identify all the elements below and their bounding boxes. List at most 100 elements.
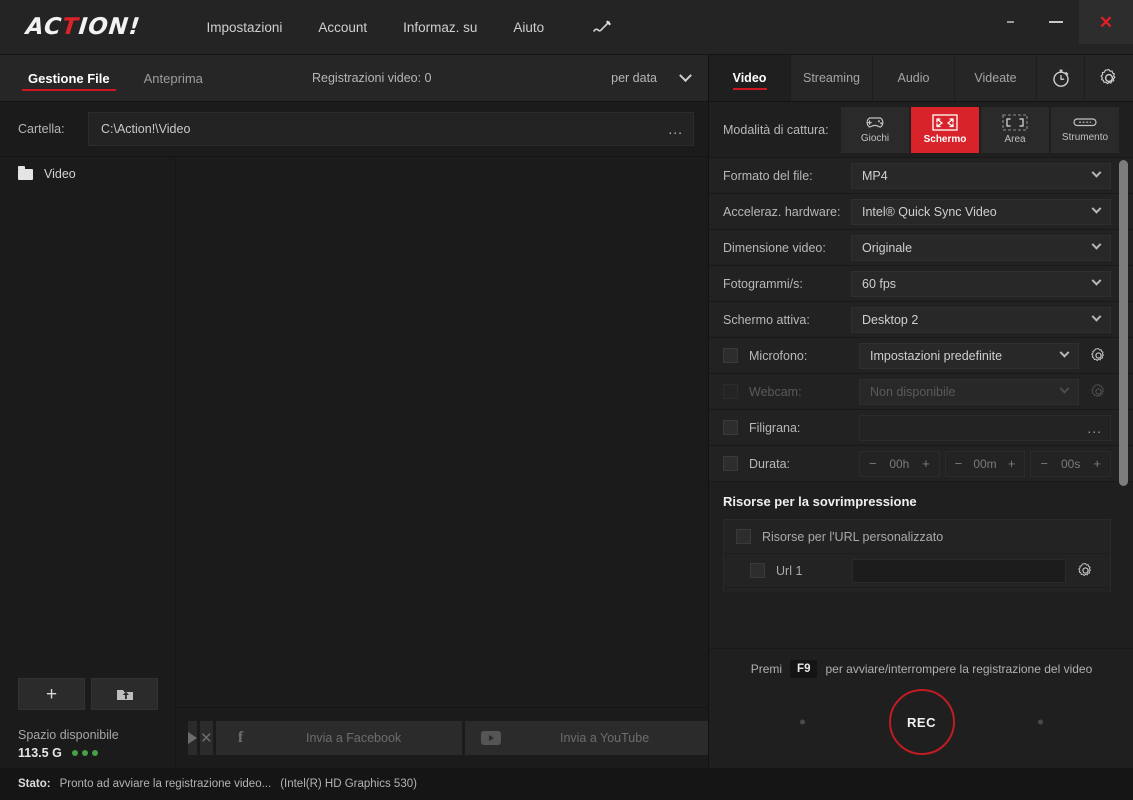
setting-row-webcam: Webcam: Non disponibile <box>709 374 1133 410</box>
close-button[interactable]: ✕ <box>1079 0 1133 44</box>
status-dot <box>71 750 78 756</box>
custom-url-checkbox[interactable] <box>736 529 751 544</box>
record-button[interactable]: REC <box>888 689 955 755</box>
overlay-card: Risorse per l'URL personalizzato Url 1 <box>723 519 1111 592</box>
sort-control[interactable]: per data <box>611 68 692 85</box>
disk-space-value: 113.5 G <box>18 746 62 760</box>
settings-scrollbar[interactable] <box>1119 160 1128 590</box>
setting-row-hw-accel: Acceleraz. hardware: Intel® Quick Sync V… <box>709 194 1133 230</box>
setting-row-file-format: Formato del file: MP4 <box>709 158 1133 194</box>
record-hint-suffix: per avviare/interrompere la registrazion… <box>825 662 1093 676</box>
duration-minutes-minus[interactable]: − <box>955 457 963 470</box>
file-actions-toolbar: ✕ f Invia a Facebook Invia a YouTube <box>176 708 732 768</box>
active-screen-value: Desktop 2 <box>862 312 919 327</box>
duration-hours-value: 00h <box>889 456 910 471</box>
play-button[interactable] <box>188 721 197 755</box>
tab-anteprima-label: Anteprima <box>143 70 203 86</box>
overlay-section-title: Risorse per la sovrimpressione <box>709 482 1133 519</box>
statusbar: Stato: Pronto ad avviare la registrazion… <box>0 768 1133 800</box>
timer-icon <box>1051 68 1071 88</box>
webcam-checkbox <box>723 384 738 399</box>
folder-browse-button[interactable]: ... <box>668 121 683 137</box>
watermark-field[interactable]: ... <box>859 414 1111 441</box>
tab-videate[interactable]: Videate <box>955 55 1037 101</box>
setting-row-duration: Durata: − 00h + − 00m + − 00s + <box>709 446 1133 482</box>
microphone-settings-button[interactable] <box>1085 343 1111 369</box>
capture-mode-strumento-label: Strumento <box>1061 132 1109 143</box>
microphone-select[interactable]: Impostazioni predefinite <box>859 342 1079 369</box>
tab-video[interactable]: Video <box>709 55 791 101</box>
watermark-label: Filigrana: <box>749 420 801 435</box>
menu-item-account[interactable]: Account <box>300 12 385 43</box>
file-list[interactable] <box>176 157 708 708</box>
pen-button[interactable] <box>582 13 624 41</box>
open-folder-button[interactable] <box>91 678 158 710</box>
menu-item-informazioni[interactable]: Informaz. su <box>385 12 495 43</box>
chevron-down-icon <box>1059 347 1070 358</box>
watermark-checkbox[interactable] <box>723 420 738 435</box>
sort-label: per data <box>611 71 657 85</box>
titlebar: AC T ION! Impostazioni Account Informaz. s… <box>0 0 1133 55</box>
file-format-select[interactable]: MP4 <box>851 162 1111 189</box>
hw-accel-select[interactable]: Intel® Quick Sync Video <box>851 198 1111 225</box>
framerate-select[interactable]: 60 fps <box>851 270 1111 297</box>
record-left-dot <box>800 719 805 725</box>
capture-mode-giochi[interactable]: Giochi <box>841 106 909 153</box>
capture-mode-strumento[interactable]: Strumento <box>1051 106 1119 153</box>
duration-checkbox[interactable] <box>723 456 738 471</box>
recordings-count: Registrazioni video: 0 <box>312 71 432 85</box>
minimize-button[interactable] <box>1033 0 1079 44</box>
youtube-upload-button[interactable]: Invia a YouTube <box>464 721 713 755</box>
status-dot <box>81 750 88 756</box>
framerate-label: Fotogrammi/s: <box>723 276 803 291</box>
capture-mode-area[interactable]: Area <box>981 106 1049 153</box>
tab-anteprima[interactable]: Anteprima <box>138 55 209 102</box>
add-folder-button[interactable]: + <box>18 678 85 710</box>
duration-hours-plus[interactable]: + <box>922 457 930 470</box>
folder-up-icon <box>116 687 134 702</box>
watermark-browse-button[interactable]: ... <box>1087 420 1102 436</box>
duration-minutes-stepper[interactable]: − 00m + <box>944 450 1026 477</box>
main-menu: Impostazioni Account Informaz. su Aiuto <box>189 12 625 43</box>
capture-mode-label: Modalità di cattura: <box>723 122 829 137</box>
tab-timer[interactable] <box>1037 55 1085 101</box>
menu-item-impostazioni[interactable]: Impostazioni <box>189 12 301 43</box>
tree-item-video-label: Video <box>44 167 76 181</box>
delete-button[interactable]: ✕ <box>200 721 213 755</box>
tab-settings[interactable] <box>1085 55 1133 101</box>
duration-minutes-plus[interactable]: + <box>1008 457 1016 470</box>
gear-icon <box>1077 562 1094 579</box>
folder-row: Cartella: C:\Action!\Video ... <box>0 102 708 157</box>
youtube-upload-label: Invia a YouTube <box>559 731 650 745</box>
tree-item-video[interactable]: Video <box>0 157 175 191</box>
disk-space-row: 113.5 G <box>18 746 158 760</box>
file-list-area: ✕ f Invia a Facebook Invia a YouTube <box>176 157 732 768</box>
duration-seconds-plus[interactable]: + <box>1093 457 1101 470</box>
capture-mode-schermo[interactable]: Schermo <box>911 106 979 153</box>
active-screen-select[interactable]: Desktop 2 <box>851 306 1111 333</box>
webcam-value: Non disponibile <box>870 384 956 399</box>
app-logo-prefix: AC <box>24 14 64 40</box>
settings-scrollbar-thumb[interactable] <box>1119 160 1128 486</box>
duration-seconds-stepper[interactable]: − 00s + <box>1030 450 1112 477</box>
microphone-checkbox[interactable] <box>723 348 738 363</box>
duration-seconds-minus[interactable]: − <box>1040 457 1048 470</box>
record-hint: Premi F9 per avviare/interrompere la reg… <box>709 649 1133 678</box>
folder-path-field[interactable]: C:\Action!\Video ... <box>88 112 694 146</box>
duration-hours-stepper[interactable]: − 00h + <box>859 450 940 477</box>
menu-item-aiuto[interactable]: Aiuto <box>495 12 562 43</box>
file-format-value: MP4 <box>862 168 888 183</box>
url1-input[interactable] <box>852 558 1066 583</box>
url1-checkbox[interactable] <box>750 563 765 578</box>
duration-hours-minus[interactable]: − <box>869 457 877 470</box>
tab-gestione-file[interactable]: Gestione File <box>22 55 116 102</box>
facebook-upload-button[interactable]: f Invia a Facebook <box>215 721 462 755</box>
video-size-label: Dimensione video: <box>723 240 826 255</box>
capture-mode-area-label: Area <box>1004 134 1026 145</box>
tab-audio[interactable]: Audio <box>873 55 955 101</box>
minimize-to-tray-button[interactable] <box>987 0 1033 44</box>
url1-settings-button[interactable] <box>1072 558 1098 584</box>
tab-streaming[interactable]: Streaming <box>791 55 873 101</box>
video-size-select[interactable]: Originale <box>851 234 1111 261</box>
record-hotkey: F9 <box>790 660 818 678</box>
